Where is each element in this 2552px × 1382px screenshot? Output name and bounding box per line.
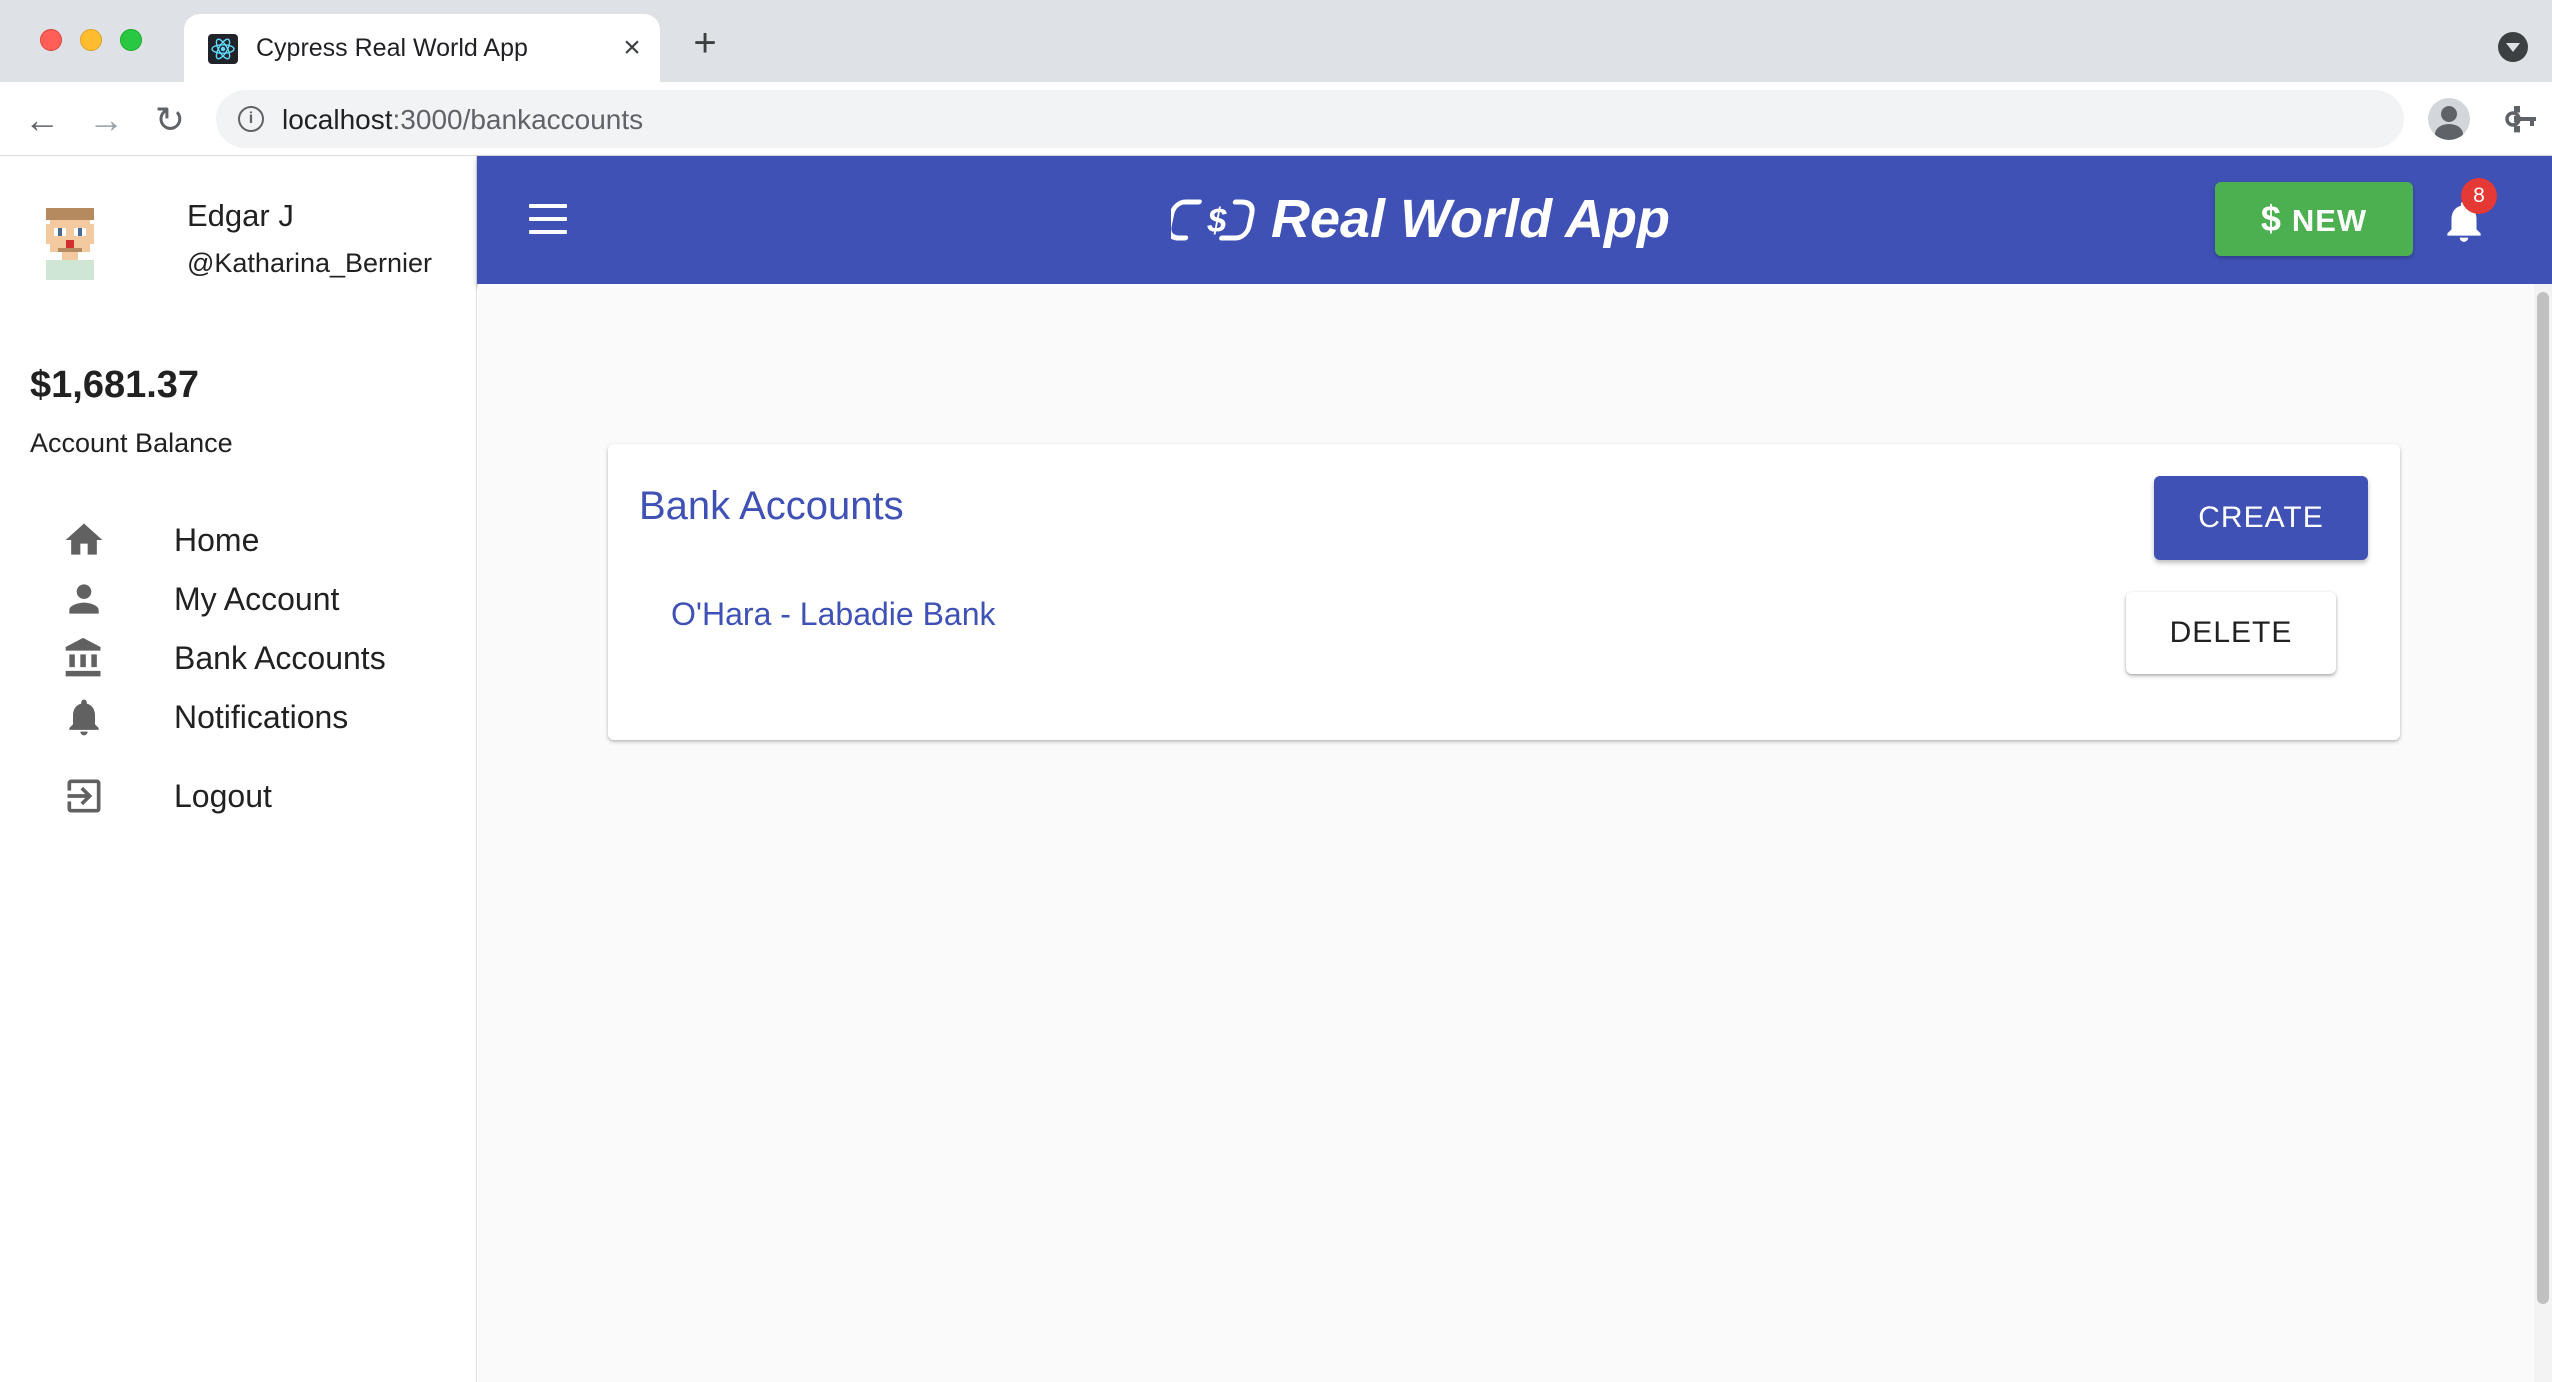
url-host: localhost xyxy=(282,104,393,135)
address-bar[interactable]: i localhost:3000/bankaccounts ☆ xyxy=(216,90,2536,148)
notification-count-badge: 8 xyxy=(2461,178,2497,214)
tab-search-icon[interactable] xyxy=(2498,32,2528,62)
sidebar-item-logout[interactable]: Logout xyxy=(0,750,476,840)
new-tab-icon[interactable]: + xyxy=(688,23,722,63)
dollar-sign-icon: $ xyxy=(2260,198,2282,239)
create-bank-account-button[interactable]: CREATE xyxy=(2154,476,2368,560)
tab-close-icon[interactable]: × xyxy=(616,32,648,64)
browser-menu-icon[interactable]: ⋮ xyxy=(2500,100,2534,140)
browser-tab[interactable]: Cypress Real World App × xyxy=(184,14,660,82)
sidebar: Edgar J @Katharina_Bernier $1,681.37 Acc… xyxy=(0,156,477,1382)
app-title: Real World App xyxy=(1271,189,1671,249)
new-button-label: NEW xyxy=(2291,203,2368,238)
user-full-name: Edgar J xyxy=(187,198,294,233)
browser-tab-strip: Cypress Real World App × + xyxy=(0,0,2552,82)
bank-accounts-title: Bank Accounts xyxy=(639,484,904,528)
back-arrow-icon[interactable]: ← xyxy=(22,100,62,140)
account-balance-label: Account Balance xyxy=(30,428,233,458)
app-header: $ Real World App $ NEW 8 xyxy=(477,156,2552,284)
user-handle: @Katharina_Bernier xyxy=(187,248,433,278)
new-transaction-button[interactable]: $ NEW xyxy=(2215,182,2413,256)
url-path: :3000/bankaccounts xyxy=(392,104,644,135)
browser-toolbar: ← → ↻ i localhost:3000/bankaccounts ☆ ⋮ xyxy=(0,82,2552,156)
reload-icon[interactable]: ↻ xyxy=(150,100,190,140)
tab-title: Cypress Real World App xyxy=(256,34,528,62)
logout-icon xyxy=(62,774,106,818)
bell-icon xyxy=(62,695,106,739)
bank-account-name: O'Hara - Labadie Bank xyxy=(671,596,996,632)
sidebar-item-label: Logout xyxy=(174,778,272,814)
account-balance-amount: $1,681.37 xyxy=(30,364,200,406)
svg-text:$: $ xyxy=(1207,202,1228,240)
hamburger-menu-icon[interactable] xyxy=(529,204,567,234)
app-logo-icon: $ xyxy=(1166,194,1259,246)
window-close-icon[interactable] xyxy=(40,29,62,51)
main-content: Bank Accounts CREATE O'Hara - Labadie Ba… xyxy=(478,284,2534,1382)
site-info-icon[interactable]: i xyxy=(238,106,264,132)
delete-bank-account-button[interactable]: DELETE xyxy=(2126,592,2336,674)
bank-accounts-card: Bank Accounts CREATE O'Hara - Labadie Ba… xyxy=(608,444,2400,740)
window-maximize-icon[interactable] xyxy=(120,29,142,51)
user-avatar xyxy=(34,204,106,284)
forward-arrow-icon[interactable]: → xyxy=(86,100,126,140)
profile-avatar-icon[interactable] xyxy=(2428,98,2470,140)
url-text[interactable]: localhost:3000/bankaccounts xyxy=(282,104,643,136)
sidebar-item-label: Notifications xyxy=(174,699,349,735)
page-scrollbar-thumb[interactable] xyxy=(2537,292,2549,1304)
window-minimize-icon[interactable] xyxy=(80,29,102,51)
react-favicon-icon xyxy=(208,34,238,64)
sidebar-item-notifications[interactable]: Notifications xyxy=(0,671,476,761)
